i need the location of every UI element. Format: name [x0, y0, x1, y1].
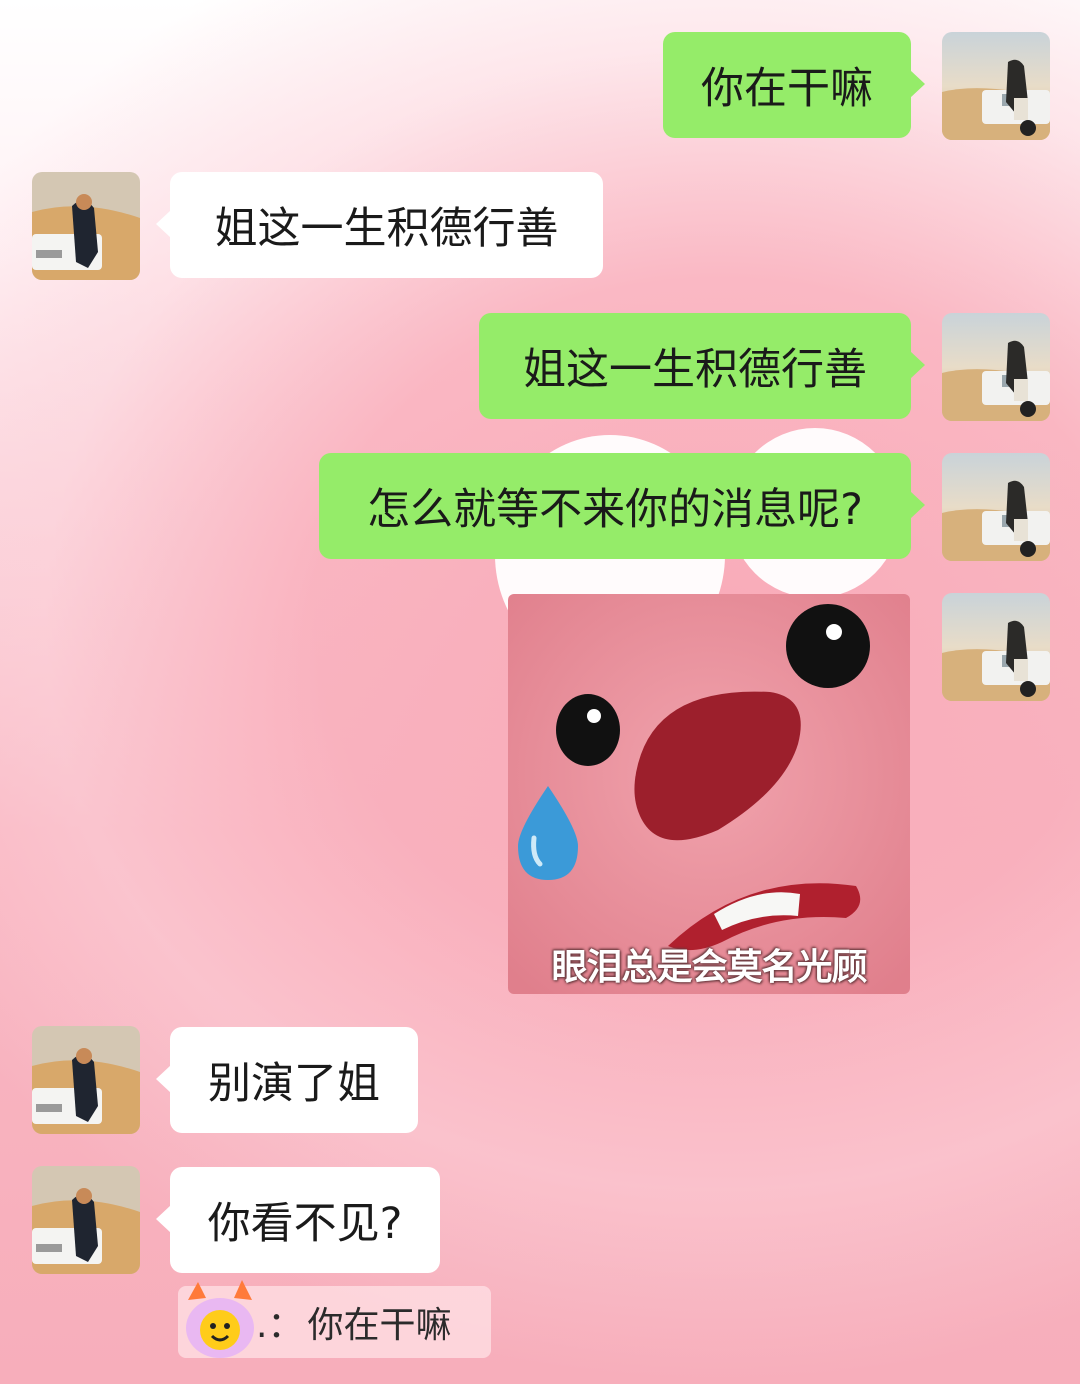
message-bubble[interactable]: 别演了姐 — [156, 1027, 418, 1133]
message-bubble[interactable]: 怎么就等不来你的消息呢? — [319, 453, 925, 559]
message-bubble[interactable]: 姐这一生积德行善 — [479, 313, 925, 419]
friend-avatar[interactable] — [32, 1166, 140, 1274]
avatar-photo-icon — [942, 313, 1050, 421]
avatar-photo-icon — [942, 593, 1050, 701]
self-avatar[interactable] — [942, 453, 1050, 561]
self-avatar[interactable] — [942, 313, 1050, 421]
friend-avatar[interactable] — [32, 1026, 140, 1134]
avatar-photo-icon — [942, 453, 1050, 561]
message-bubble[interactable]: 你在干嘛 — [663, 32, 925, 138]
avatar-photo-icon — [32, 1026, 140, 1134]
avatar-photo-icon — [32, 1166, 140, 1274]
cat-emoji-icon — [180, 1278, 260, 1366]
sticker-caption: 眼泪总是会莫名光顾 — [551, 947, 867, 988]
friend-avatar[interactable] — [32, 172, 140, 280]
message-bubble[interactable]: 你看不见? — [156, 1167, 440, 1273]
self-avatar[interactable] — [942, 593, 1050, 701]
avatar-photo-icon — [942, 32, 1050, 140]
quote-text: 你在干嘛 — [307, 1305, 452, 1346]
self-avatar[interactable] — [942, 32, 1050, 140]
message-bubble[interactable]: 姐这一生积德行善 — [156, 172, 603, 278]
sticker-image[interactable]: 眼泪总是会莫名光顾 — [508, 594, 910, 994]
avatar-photo-icon — [32, 172, 140, 280]
crying-beaver-sticker-icon — [508, 594, 910, 994]
quote-separator: .： — [256, 1305, 304, 1346]
